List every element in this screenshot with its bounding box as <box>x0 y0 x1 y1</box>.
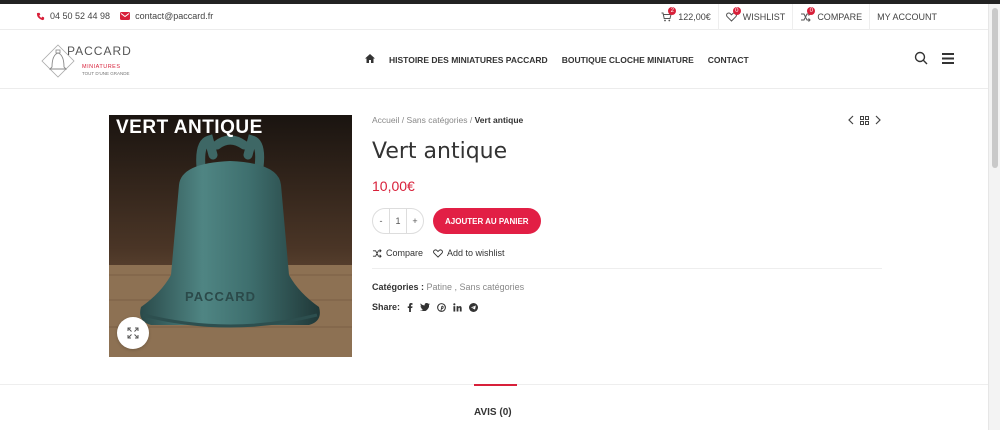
linkedin-icon <box>453 302 462 312</box>
home-icon <box>365 54 375 63</box>
product-summary: Accueil / Sans catégories / Vert antique… <box>372 115 882 312</box>
back-to-shop-button[interactable] <box>860 115 869 125</box>
breadcrumb-separator: / <box>469 115 473 125</box>
twitter-icon <box>420 303 431 311</box>
heart-icon <box>433 248 443 258</box>
top-bar: 04 50 52 44 98 contact@paccard.fr 2 122,… <box>0 4 988 30</box>
wishlist-label: WISHLIST <box>742 12 786 22</box>
facebook-icon <box>407 302 413 312</box>
chevron-right-icon <box>875 115 881 125</box>
menu-button[interactable] <box>942 52 954 64</box>
share-pinterest[interactable] <box>437 302 446 312</box>
share-facebook[interactable] <box>407 302 413 312</box>
breadcrumb: Accueil / Sans catégories / Vert antique <box>372 115 882 125</box>
menu-icon <box>942 52 954 64</box>
share-row: Share: <box>372 302 882 312</box>
wishlist-label: Add to wishlist <box>447 248 505 258</box>
share-label: Share: <box>372 302 401 312</box>
nav-home[interactable] <box>365 54 375 65</box>
share-telegram[interactable] <box>469 302 479 312</box>
mail-icon <box>120 12 131 20</box>
logo-tagline: TOUT D'UNE GRANDE <box>82 71 130 76</box>
compare-link[interactable]: 0 COMPARE <box>792 4 869 30</box>
search-icon <box>914 51 928 65</box>
expand-icon <box>127 327 139 339</box>
wishlist-count-badge: 0 <box>732 7 741 15</box>
qty-decrease-button[interactable]: - <box>373 216 389 226</box>
prev-product-button[interactable] <box>847 115 854 125</box>
telegram-icon <box>469 302 479 312</box>
cart-count-badge: 2 <box>668 7 677 15</box>
categories-label: Catégories : <box>372 282 425 292</box>
phone-number: 04 50 52 44 98 <box>50 11 111 21</box>
nav-item-histoire[interactable]: HISTOIRE DES MINIATURES PACCARD <box>389 55 548 65</box>
site-logo[interactable]: PACCARD MINIATURES TOUT D'UNE GRANDE <box>40 41 160 81</box>
active-tab-indicator <box>474 384 517 386</box>
search-button[interactable] <box>914 51 928 65</box>
quantity-stepper: - 1 + <box>372 208 424 234</box>
add-to-cart-button[interactable]: AJOUTER AU PANIER <box>433 208 541 234</box>
main-nav: HISTOIRE DES MINIATURES PACCARD BOUTIQUE… <box>365 54 763 65</box>
next-product-button[interactable] <box>875 115 882 125</box>
compare-count-badge: 0 <box>807 7 816 15</box>
cart-link[interactable]: 2 122,00€ <box>654 4 718 30</box>
nav-item-contact[interactable]: CONTACT <box>708 55 749 65</box>
pinterest-icon <box>437 302 446 312</box>
logo-title: PACCARD <box>67 44 132 58</box>
qty-increase-button[interactable]: + <box>407 216 423 226</box>
compare-label: COMPARE <box>817 12 863 22</box>
zoom-button[interactable] <box>117 317 149 349</box>
site-header: PACCARD MINIATURES TOUT D'UNE GRANDE HIS… <box>0 31 988 89</box>
product-image[interactable]: PACCARD VERT ANTIQUE <box>109 115 352 357</box>
grid-icon <box>860 115 869 125</box>
compare-label: Compare <box>386 248 424 258</box>
breadcrumb-separator: / <box>401 115 405 125</box>
email-address: contact@paccard.fr <box>135 11 214 21</box>
phone-link[interactable]: 04 50 52 44 98 <box>36 11 110 21</box>
my-account-label: MY ACCOUNT <box>877 12 937 22</box>
tab-reviews[interactable]: AVIS (0) <box>474 407 512 418</box>
nav-item-boutique[interactable]: BOUTIQUE CLOCHE MINIATURE <box>562 55 694 65</box>
add-to-wishlist-button[interactable]: Add to wishlist <box>433 248 505 258</box>
email-link[interactable]: contact@paccard.fr <box>120 11 213 21</box>
phone-icon <box>36 12 45 20</box>
breadcrumb-current: Vert antique <box>474 115 524 125</box>
share-twitter[interactable] <box>420 303 431 311</box>
product-title: Vert antique <box>372 139 508 164</box>
image-title: VERT ANTIQUE <box>116 117 263 138</box>
bell-photo: PACCARD <box>109 115 352 357</box>
my-account-link[interactable]: MY ACCOUNT <box>869 4 944 30</box>
compare-icon <box>372 248 382 258</box>
page-scrollbar[interactable] <box>988 4 1000 430</box>
logo-subtitle: MINIATURES <box>82 64 121 70</box>
qty-input[interactable]: 1 <box>389 209 407 233</box>
wishlist-link[interactable]: 0 WISHLIST <box>717 4 793 30</box>
product-price: 10,00€ <box>372 178 415 194</box>
bell-engraving: PACCARD <box>185 289 256 304</box>
scrollbar-thumb[interactable] <box>992 8 998 168</box>
chevron-left-icon <box>848 115 854 125</box>
product-categories: Catégories : Patine , Sans catégories <box>372 282 882 292</box>
compare-button[interactable]: Compare <box>372 248 423 258</box>
share-linkedin[interactable] <box>453 302 462 312</box>
breadcrumb-home[interactable]: Accueil <box>372 115 399 125</box>
divider <box>372 268 882 269</box>
breadcrumb-category[interactable]: Sans catégories <box>407 115 468 125</box>
categories-links[interactable]: Patine , Sans catégories <box>427 282 525 292</box>
cart-total: 122,00€ <box>678 12 711 22</box>
